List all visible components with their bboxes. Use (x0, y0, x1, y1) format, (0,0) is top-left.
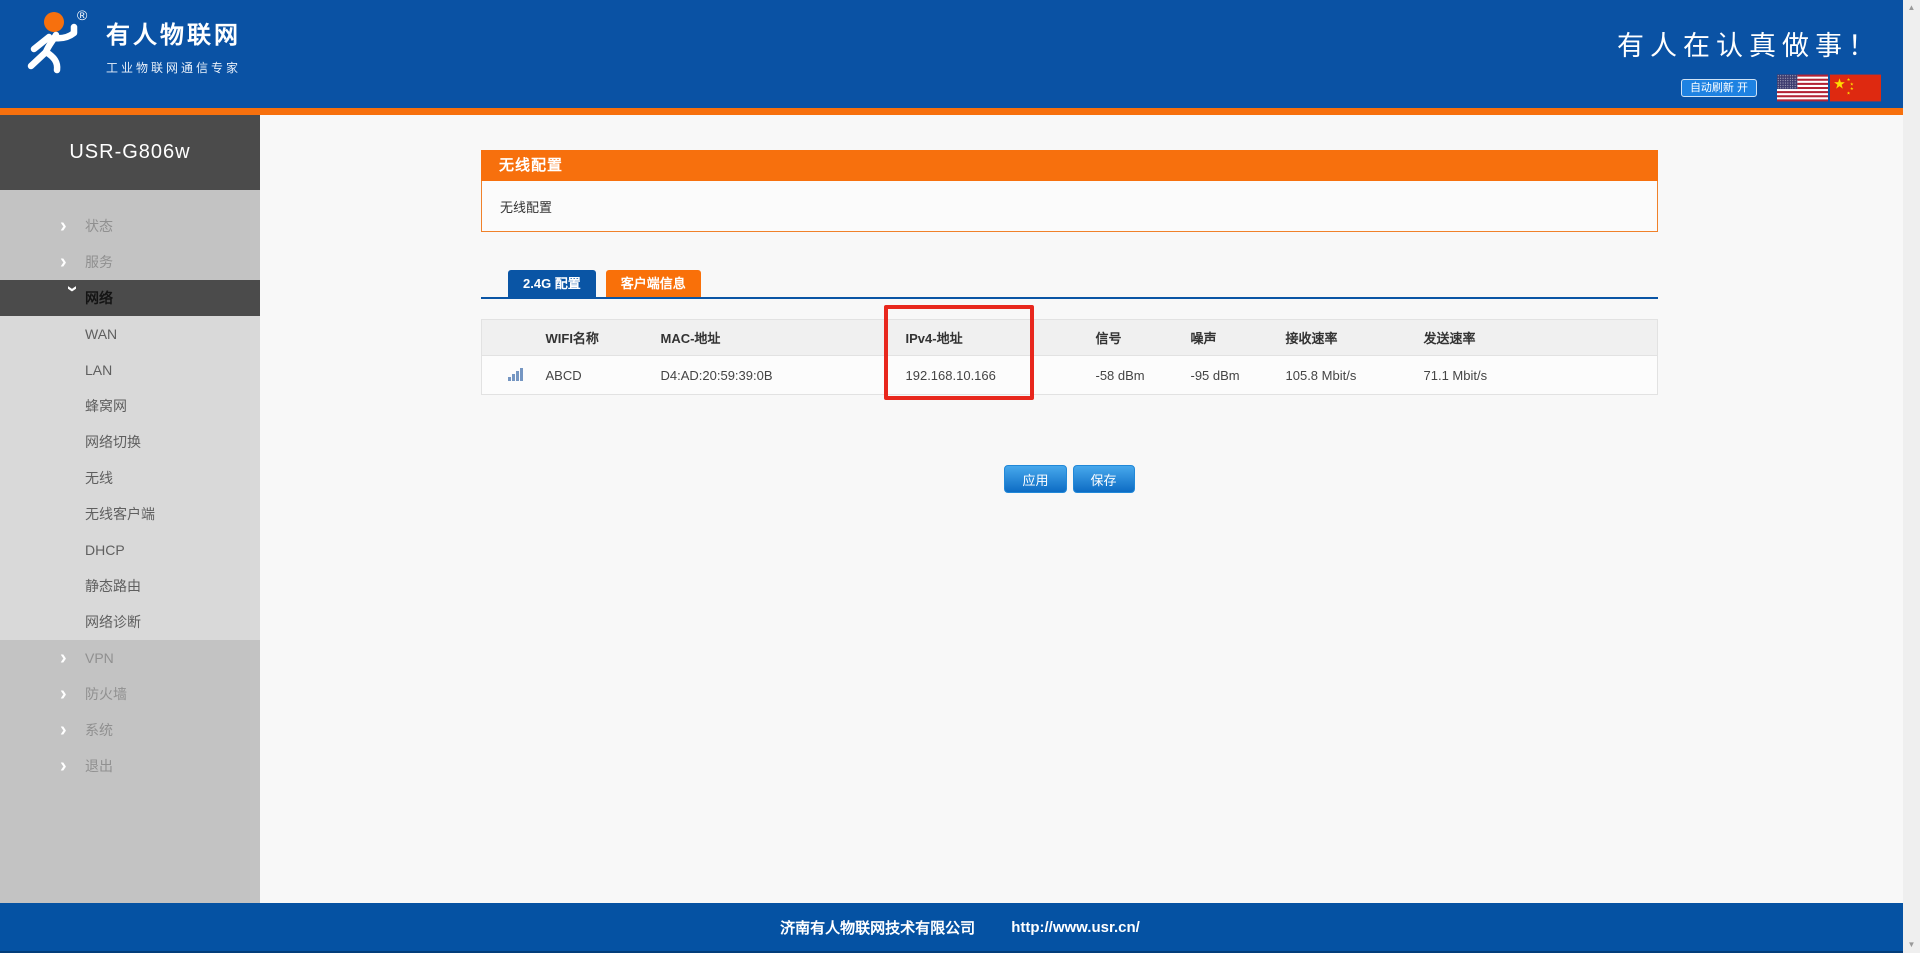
signal-strength-icon (508, 367, 524, 381)
sidebar-menu: › 状态 › 服务 › 网络 WAN LAN 蜂窝网 (0, 190, 260, 784)
page-footer: 济南有人物联网技术有限公司 http://www.usr.cn/ (0, 903, 1920, 953)
sidebar-item-lan[interactable]: LAN (0, 352, 260, 388)
client-info-table: WIFI名称 MAC-地址 IPv4-地址 信号 噪声 接收速率 发送速率 (481, 319, 1658, 395)
save-button[interactable]: 保存 (1073, 465, 1135, 493)
chevron-right-icon: › (60, 720, 85, 740)
column-header-wifi-name: WIFI名称 (546, 320, 661, 356)
cell-signal: -58 dBm (1096, 356, 1191, 395)
scroll-down-icon[interactable]: ▼ (1908, 940, 1916, 950)
sidebar-item-services[interactable]: › 服务 (0, 244, 260, 280)
cell-mac: D4:AD:20:59:39:0B (661, 356, 906, 395)
column-header-ipv4: IPv4-地址 (906, 320, 1096, 356)
page-description: 无线配置 (500, 197, 552, 216)
signal-icon-cell (482, 356, 546, 395)
table-header-row: WIFI名称 MAC-地址 IPv4-地址 信号 噪声 接收速率 发送速率 (482, 320, 1658, 356)
page-description-box: 无线配置 (481, 181, 1658, 232)
header-accent-stripe (0, 108, 1920, 115)
footer-website-link[interactable]: http://www.usr.cn/ (1011, 919, 1140, 936)
action-buttons: 应用 保存 (481, 465, 1658, 493)
sidebar-item-network[interactable]: › 网络 (0, 280, 260, 316)
sidebar-item-network-switch[interactable]: 网络切换 (0, 424, 260, 460)
page-title: 无线配置 (481, 150, 1658, 181)
column-header-signal: 信号 (1096, 320, 1191, 356)
chevron-down-icon: › (63, 286, 83, 311)
sidebar-item-wireless[interactable]: 无线 (0, 460, 260, 496)
apply-button[interactable]: 应用 (1004, 465, 1066, 493)
chevron-right-icon: › (60, 252, 85, 272)
svg-text:★: ★ (1850, 81, 1854, 86)
china-flag-icon[interactable]: ★ ★ ★ ★ ★ (1830, 73, 1881, 103)
cell-ipv4: 192.168.10.166 (906, 356, 1096, 395)
sidebar-item-vpn[interactable]: › VPN (0, 640, 260, 676)
scroll-up-icon[interactable]: ▲ (1908, 3, 1916, 13)
cell-tx-rate: 71.1 Mbit/s (1424, 356, 1658, 395)
sidebar-item-network-diagnosis[interactable]: 网络诊断 (0, 604, 260, 640)
header-right: 有人在认真做事！ 自动刷新 开 (1617, 24, 1881, 103)
svg-text:★: ★ (1847, 90, 1851, 95)
brand-subtitle: 工业物联网通信专家 (106, 59, 241, 76)
sidebar-item-wireless-client[interactable]: 无线客户端 (0, 496, 260, 532)
main-content: 无线配置 无线配置 2.4G 配置 客户端信息 (260, 115, 1920, 903)
cell-noise: -95 dBm (1191, 356, 1286, 395)
brand-name: 有人物联网 (106, 15, 241, 50)
sidebar-item-logout[interactable]: › 退出 (0, 748, 260, 784)
us-flag-icon[interactable] (1777, 73, 1828, 103)
tab-client-info[interactable]: 客户端信息 (606, 270, 701, 297)
column-header-tx-rate: 发送速率 (1424, 320, 1658, 356)
slogan-text: 有人在认真做事！ (1617, 24, 1881, 63)
sidebar-item-cellular[interactable]: 蜂窝网 (0, 388, 260, 424)
usr-logo-icon: ® (14, 6, 96, 84)
sidebar-item-wan[interactable]: WAN (0, 316, 260, 352)
top-header: ® 有人物联网 工业物联网通信专家 有人在认真做事！ 自动刷新 开 (0, 0, 1920, 108)
column-header-noise: 噪声 (1191, 320, 1286, 356)
cell-rx-rate: 105.8 Mbit/s (1286, 356, 1424, 395)
router-admin-page: ® 有人物联网 工业物联网通信专家 有人在认真做事！ 自动刷新 开 (0, 0, 1920, 953)
sidebar-item-dhcp[interactable]: DHCP (0, 532, 260, 568)
footer-company: 济南有人物联网技术有限公司 (780, 917, 975, 938)
table-row: ABCD D4:AD:20:59:39:0B 192.168.10.166 -5… (482, 356, 1658, 395)
sidebar-item-status[interactable]: › 状态 (0, 208, 260, 244)
device-title: USR-G806w (0, 115, 260, 190)
chevron-right-icon: › (60, 684, 85, 704)
sidebar-item-static-route[interactable]: 静态路由 (0, 568, 260, 604)
sidebar-item-firewall[interactable]: › 防火墙 (0, 676, 260, 712)
brand-text: 有人物联网 工业物联网通信专家 (106, 15, 241, 76)
sidebar-item-system[interactable]: › 系统 (0, 712, 260, 748)
wireless-config-panel: 无线配置 无线配置 2.4G 配置 客户端信息 (481, 150, 1658, 493)
tab-2-4g-config[interactable]: 2.4G 配置 (508, 270, 596, 297)
column-header-mac: MAC-地址 (661, 320, 906, 356)
registered-mark: ® (77, 7, 88, 23)
chevron-right-icon: › (60, 648, 85, 668)
chevron-right-icon: › (60, 216, 85, 236)
scrollbar[interactable]: ▲ ▼ (1903, 0, 1920, 953)
sidebar: USR-G806w › 状态 › 服务 › 网络 WAN LAN (0, 115, 260, 903)
logo: ® 有人物联网 工业物联网通信专家 (14, 6, 241, 84)
cell-wifi-name: ABCD (546, 356, 661, 395)
icon-column-header (482, 320, 546, 356)
column-header-rx-rate: 接收速率 (1286, 320, 1424, 356)
chevron-right-icon: › (60, 756, 85, 776)
svg-text:★: ★ (1833, 76, 1846, 92)
auto-refresh-toggle[interactable]: 自动刷新 开 (1681, 79, 1757, 97)
tab-bar: 2.4G 配置 客户端信息 (481, 270, 1658, 299)
